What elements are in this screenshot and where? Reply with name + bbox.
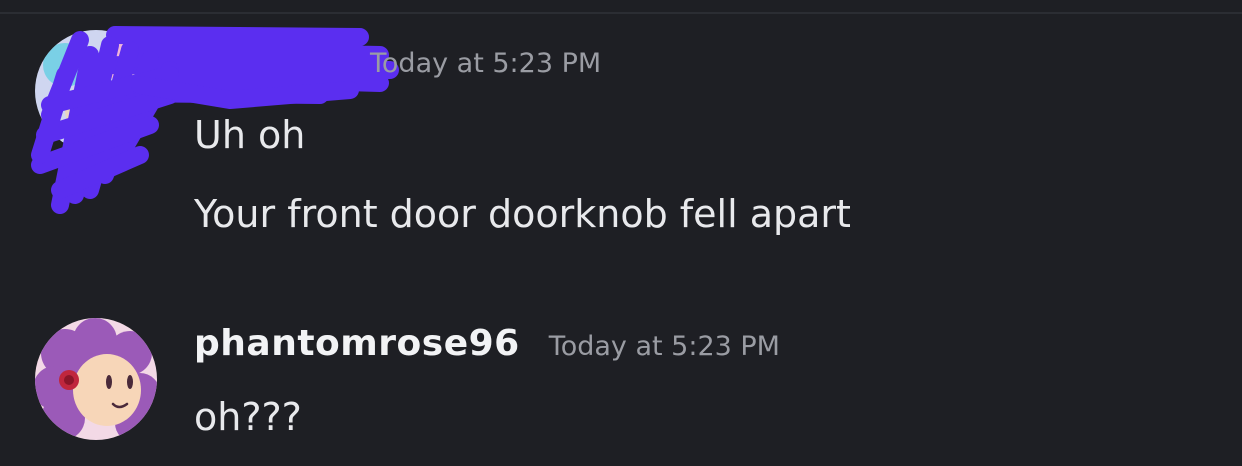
avatar-image bbox=[35, 30, 157, 152]
message-text: oh??? bbox=[194, 395, 302, 439]
username[interactable]: phantomrose96 bbox=[194, 323, 520, 364]
message-header: Today at 5:23 PM bbox=[370, 48, 601, 79]
avatar-image bbox=[35, 318, 157, 440]
message-text: Uh oh bbox=[194, 113, 306, 157]
message-header: phantomrose96 Today at 5:23 PM bbox=[194, 323, 780, 364]
timestamp: Today at 5:23 PM bbox=[548, 331, 780, 362]
message-text: Your front door doorknob fell apart bbox=[194, 192, 851, 236]
message-item: Today at 5:23 PM Uh oh Your front door d… bbox=[0, 0, 1242, 260]
message-item: phantomrose96 Today at 5:23 PM oh??? bbox=[0, 300, 1242, 466]
avatar[interactable] bbox=[35, 30, 157, 152]
avatar[interactable] bbox=[35, 318, 157, 440]
timestamp: Today at 5:23 PM bbox=[370, 48, 602, 79]
